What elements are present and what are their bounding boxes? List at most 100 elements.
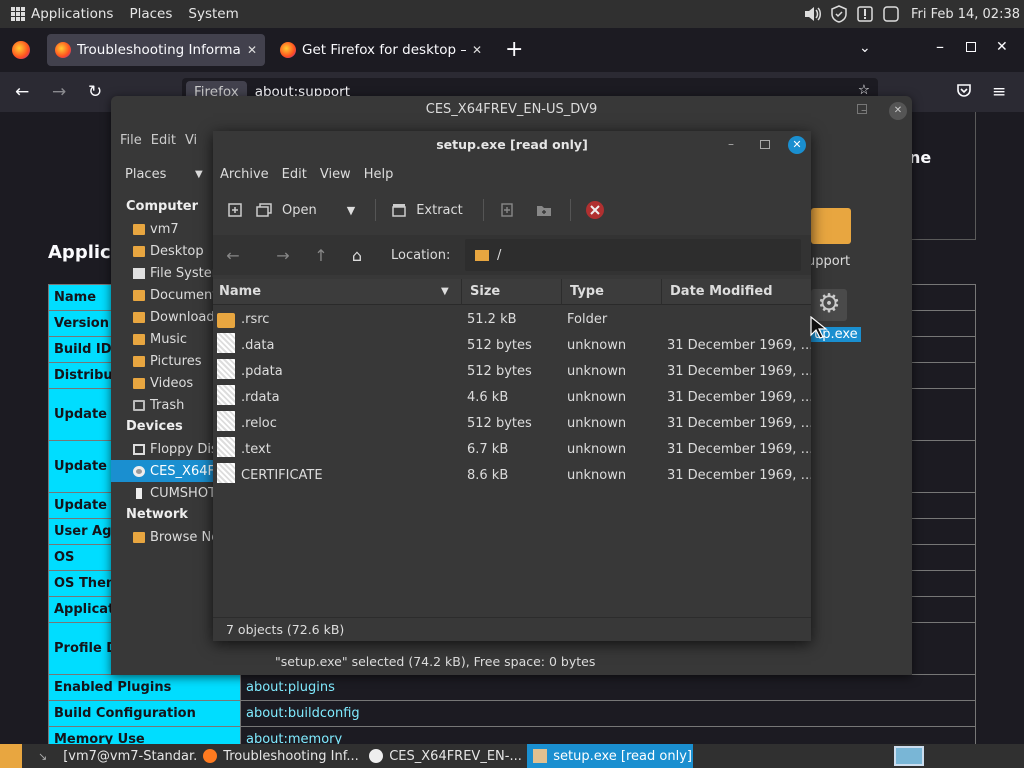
taskbar-item-archive[interactable]: setup.exe [read only] — [527, 744, 694, 768]
column-header: Name ▼ Size Type Date Modified — [213, 279, 811, 305]
sidebar-item[interactable]: CES_X64F — [111, 460, 215, 482]
folder-icon — [133, 355, 145, 367]
sidebar-item[interactable]: Document — [111, 284, 217, 306]
places-menu[interactable]: Places — [129, 6, 172, 22]
file-row[interactable]: .data 512 bytes unknown 31 December 1969, … — [213, 333, 811, 359]
chevron-down-icon[interactable]: ⌄ — [859, 40, 871, 56]
file-row[interactable]: .pdata 512 bytes unknown 31 December 1969, … — [213, 359, 811, 385]
add-files-button[interactable] — [500, 195, 514, 225]
menu-view[interactable]: View — [320, 167, 351, 182]
places-dropdown[interactable]: Places ▼ — [111, 156, 211, 192]
sidebar-item[interactable]: Browse Ne — [111, 526, 219, 548]
maximize-icon[interactable] — [760, 140, 770, 149]
window-list-icon[interactable] — [881, 5, 901, 23]
sidebar-item[interactable]: Videos — [111, 372, 213, 394]
close-window-icon[interactable]: ✕ — [889, 102, 907, 120]
location-field[interactable]: / — [465, 239, 801, 271]
applications-menu[interactable]: Applications — [31, 6, 113, 22]
folder-icon[interactable] — [811, 208, 851, 244]
close-tab-icon[interactable]: ✕ — [247, 43, 257, 57]
sidebar-item[interactable]: Music — [111, 328, 213, 350]
column-size[interactable]: Size — [461, 279, 561, 305]
sidebar-item[interactable]: vm7 — [111, 218, 213, 240]
info-key: Enabled Plugins — [48, 674, 241, 701]
sidebar-item[interactable]: CUMSHOT — [111, 482, 216, 504]
system-menu[interactable]: System — [188, 6, 238, 22]
open-dropdown-icon[interactable]: ▼ — [347, 195, 355, 225]
workspace-switcher-icon[interactable] — [894, 746, 924, 766]
reload-icon[interactable]: ↻ — [88, 82, 102, 102]
menu-archive[interactable]: Archive — [220, 167, 269, 182]
home-icon[interactable]: ⌂ — [345, 246, 369, 265]
maximize-icon[interactable] — [857, 104, 867, 114]
menu-file[interactable]: File — [120, 133, 142, 148]
folder-icon — [475, 249, 489, 261]
file-date: 31 December 1969, … — [667, 390, 811, 405]
floppy-icon — [133, 443, 145, 455]
file-row[interactable]: CERTIFICATE 8.6 kB unknown 31 December 1969… — [213, 463, 811, 489]
minimize-icon[interactable]: – — [728, 137, 734, 151]
file-row[interactable]: .reloc 512 bytes unknown 31 December 1969, … — [213, 411, 811, 437]
file-date: 31 December 1969, … — [667, 416, 811, 431]
sidebar-item[interactable]: Download — [111, 306, 215, 328]
tab-get-firefox[interactable]: Get Firefox for desktop — M ✕ — [272, 34, 490, 66]
alert-icon[interactable] — [855, 5, 875, 23]
tab-troubleshooting[interactable]: Troubleshooting Informatio ✕ — [47, 34, 265, 66]
file-row[interactable]: .rdata 4.6 kB unknown 31 December 1969, … — [213, 385, 811, 411]
add-folder-button[interactable] — [536, 195, 552, 225]
close-window-icon[interactable]: ✕ — [996, 39, 1008, 55]
menu-edit[interactable]: Edit — [151, 133, 176, 148]
forward-icon[interactable]: → — [271, 246, 295, 265]
pocket-icon[interactable] — [956, 82, 972, 103]
archive-icon — [533, 749, 548, 763]
volume-icon[interactable] — [803, 5, 823, 23]
open-button[interactable]: Open — [256, 195, 317, 225]
file-icon — [217, 463, 235, 483]
new-archive-button[interactable] — [228, 195, 242, 225]
folder-label[interactable]: upport — [807, 254, 850, 269]
back-icon[interactable]: ← — [221, 246, 245, 265]
add-files-icon — [501, 203, 513, 217]
info-value[interactable]: about:plugins — [240, 674, 976, 701]
back-icon[interactable]: ← — [15, 82, 29, 102]
firefox-menu-icon[interactable] — [12, 41, 30, 59]
maximize-icon[interactable] — [966, 42, 976, 52]
show-desktop-icon[interactable] — [0, 744, 22, 768]
sidebar-item-label: CES_X64F — [150, 463, 215, 479]
file-icon — [217, 437, 235, 457]
column-date[interactable]: Date Modified — [661, 279, 811, 305]
fm-sidebar: Computer vm7 Desktop File Syster Document Dow… — [111, 196, 219, 651]
column-name[interactable]: Name ▼ — [213, 279, 461, 305]
sidebar-item[interactable]: Desktop — [111, 240, 213, 262]
sidebar-item[interactable]: File Syster — [111, 262, 217, 284]
sidebar-item[interactable]: Trash — [111, 394, 213, 416]
close-tab-icon[interactable]: ✕ — [472, 43, 482, 57]
file-name: .data — [241, 338, 275, 353]
up-icon[interactable]: ↑ — [309, 246, 333, 265]
stop-button[interactable] — [585, 195, 605, 225]
new-tab-icon[interactable]: + — [505, 37, 523, 62]
file-icon — [217, 411, 235, 431]
shield-icon[interactable] — [829, 5, 849, 23]
forward-icon[interactable]: → — [52, 82, 66, 102]
minimize-icon[interactable]: – — [936, 37, 944, 56]
file-row[interactable]: .text 6.7 kB unknown 31 December 1969, … — [213, 437, 811, 463]
info-value[interactable]: about:buildconfig — [240, 700, 976, 727]
taskbar-item-file-manager[interactable]: CES_X64FREV_EN-... — [363, 744, 527, 768]
close-window-icon[interactable]: ✕ — [788, 136, 806, 154]
column-type[interactable]: Type — [561, 279, 661, 305]
file-row[interactable]: .rsrc 51.2 kB Folder — [213, 307, 811, 333]
clock[interactable]: Fri Feb 14, 02:38 — [911, 7, 1020, 22]
toolbar-separator — [375, 199, 377, 221]
menu-help[interactable]: Help — [364, 167, 394, 182]
menu-view[interactable]: Vi — [185, 133, 197, 148]
taskbar-item-terminal[interactable]: [vm7@vm7-Standar... — [57, 744, 197, 768]
sidebar-item[interactable]: Pictures — [111, 350, 213, 372]
archive-manager-window[interactable]: setup.exe [read only] – ✕ Archive Edit V… — [213, 131, 811, 641]
apps-grid-icon[interactable] — [11, 7, 25, 21]
menu-edit[interactable]: Edit — [282, 167, 307, 182]
extract-button[interactable]: Extract — [392, 195, 463, 225]
sidebar-item[interactable]: Floppy Dis — [111, 438, 218, 460]
hamburger-menu-icon[interactable]: ≡ — [992, 82, 1006, 102]
taskbar-item-firefox[interactable]: Troubleshooting Inf... — [197, 744, 363, 768]
